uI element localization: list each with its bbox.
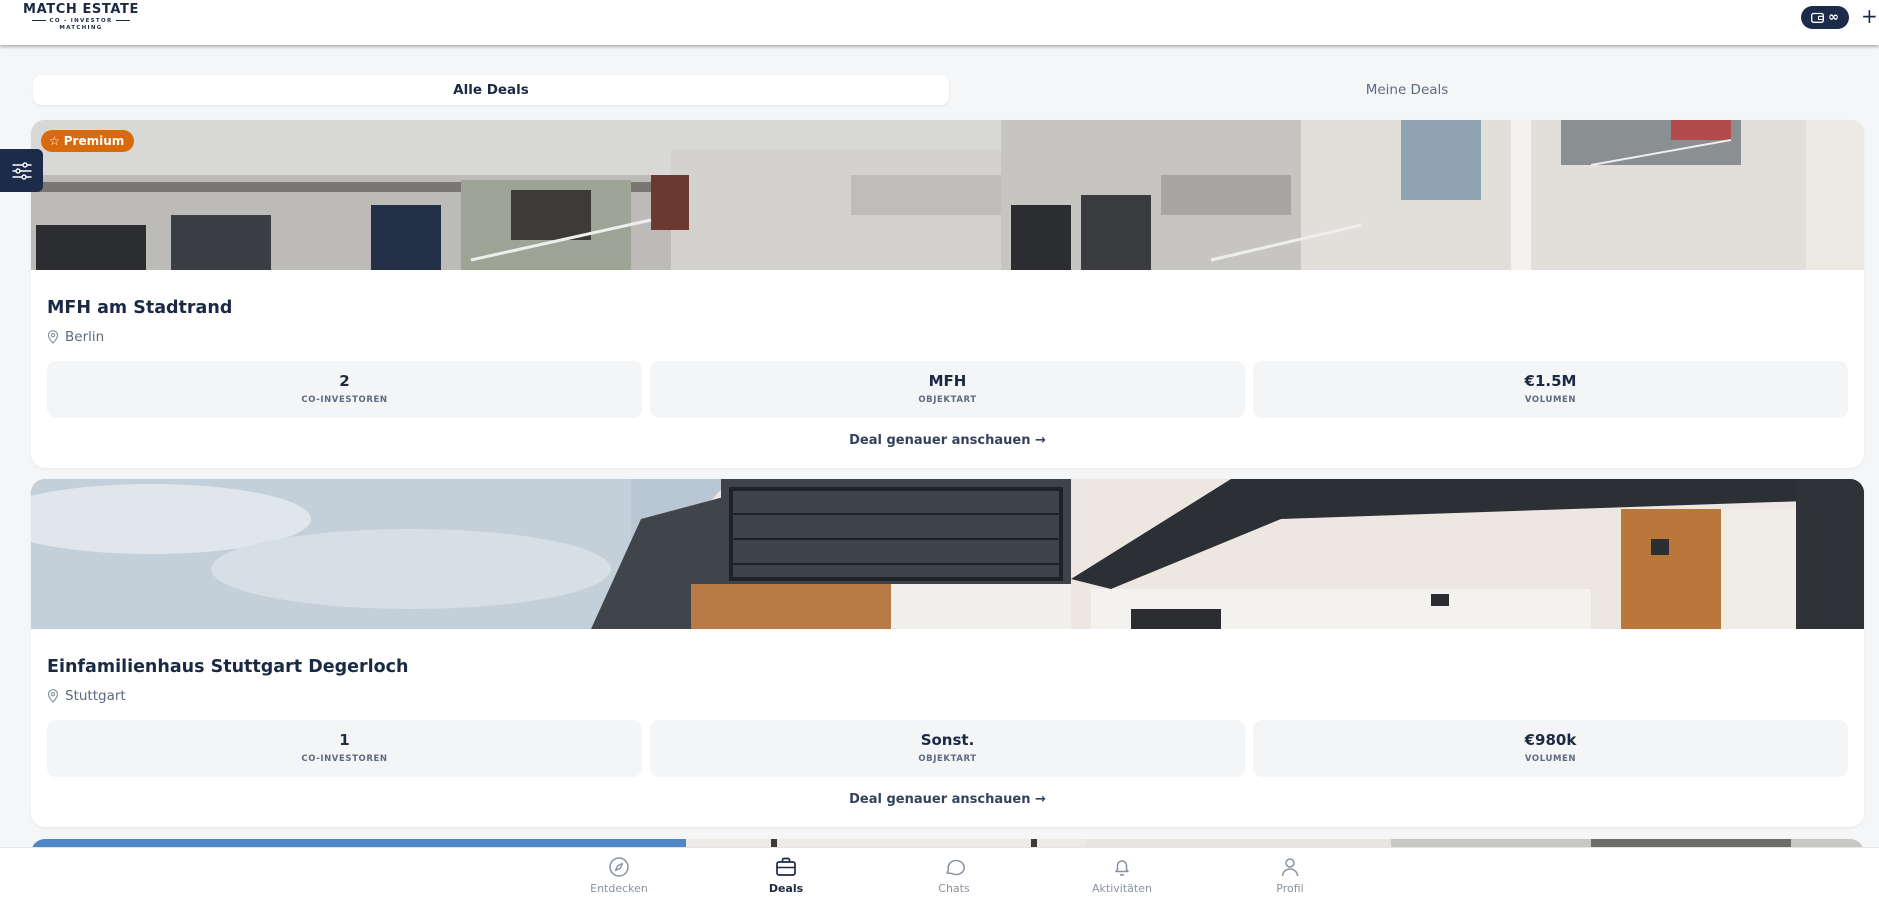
nav-chats[interactable]: Chats	[899, 856, 1009, 895]
stat-label: OBJEKTART	[918, 395, 977, 405]
stat-volume: €980k VOLUMEN	[1253, 720, 1848, 777]
deal-title: MFH am Stadtrand	[47, 298, 233, 318]
wallet-icon	[1811, 12, 1825, 23]
add-button[interactable]: +	[1861, 4, 1878, 28]
match-estate-logo[interactable]: MATCH ESTATE CO - INVESTOR MATCHING	[22, 2, 140, 32]
compass-icon	[609, 857, 629, 877]
top-bar: MATCH ESTATE CO - INVESTOR MATCHING ∞ +	[0, 0, 1879, 45]
stat-label: CO-INVESTOREN	[301, 395, 388, 405]
stat-label: VOLUMEN	[1524, 395, 1577, 405]
stat-object-type: Sonst. OBJEKTART	[650, 720, 1245, 777]
logo-subtitle-2: MATCHING	[59, 25, 103, 31]
deal-card[interactable]: ☆ Premium MFH am Stadtrand Berlin 2 CO-I…	[31, 120, 1864, 468]
stat-value: 1	[339, 731, 350, 749]
view-deal-link[interactable]: Deal genauer anschauen →	[31, 792, 1864, 807]
stat-value: €980k	[1524, 731, 1577, 749]
nav-aktivitaeten[interactable]: Aktivitäten	[1067, 856, 1177, 895]
nav-label: Entdecken	[590, 882, 648, 895]
sliders-icon	[11, 161, 32, 180]
wallet-value: ∞	[1828, 10, 1839, 25]
wallet-balance-button[interactable]: ∞	[1801, 6, 1849, 29]
logo-subtitle: CO - INVESTOR	[49, 18, 113, 24]
deal-location-text: Berlin	[65, 329, 105, 345]
premium-badge: ☆ Premium	[41, 130, 135, 152]
nav-label: Chats	[938, 882, 970, 895]
location-pin-icon	[47, 330, 59, 344]
deal-stats: 2 CO-INVESTOREN MFH OBJEKTART €1.5M VOLU…	[47, 361, 1848, 418]
chat-icon	[946, 859, 965, 876]
logo-subtitle-row: CO - INVESTOR	[22, 18, 140, 25]
deal-title: Einfamilienhaus Stuttgart Degerloch	[47, 657, 409, 677]
star-icon: ☆	[49, 134, 60, 148]
stat-co-investors: 1 CO-INVESTOREN	[47, 720, 642, 777]
bell-icon	[1115, 860, 1129, 876]
tab-my-deals[interactable]: Meine Deals	[949, 75, 1865, 105]
logo-divider-left	[32, 20, 47, 21]
nav-label: Deals	[768, 882, 804, 895]
stat-value: 2	[339, 372, 350, 390]
premium-label: Premium	[63, 134, 125, 148]
stat-label: CO-INVESTOREN	[301, 754, 388, 764]
nav-entdecken[interactable]: Entdecken	[564, 856, 674, 895]
deal-location: Stuttgart	[47, 688, 126, 704]
stat-co-investors: 2 CO-INVESTOREN	[47, 361, 642, 418]
nav-label: Profil	[1276, 882, 1304, 895]
view-deal-link[interactable]: Deal genauer anschauen →	[31, 433, 1864, 448]
stat-value: MFH	[928, 372, 967, 390]
stat-value: Sonst.	[920, 731, 975, 749]
deal-location: Berlin	[47, 329, 104, 345]
tab-all-deals[interactable]: Alle Deals	[33, 75, 949, 105]
filter-button[interactable]	[0, 149, 43, 192]
deal-image	[31, 479, 1864, 629]
bottom-navigation: Entdecken Deals Chats Aktivitäten Profil	[0, 847, 1879, 902]
stat-label: OBJEKTART	[918, 754, 977, 764]
nav-profil[interactable]: Profil	[1235, 856, 1345, 895]
stat-value: €1.5M	[1524, 372, 1577, 390]
nav-deals[interactable]: Deals	[731, 856, 841, 895]
location-pin-icon	[47, 689, 59, 703]
logo-title: MATCH ESTATE	[23, 2, 139, 17]
deal-image: ☆ Premium	[31, 120, 1864, 270]
deals-tabs: Alle Deals Meine Deals	[33, 75, 1848, 105]
deal-stats: 1 CO-INVESTOREN Sonst. OBJEKTART €980k V…	[47, 720, 1848, 777]
logo-divider-right	[115, 20, 130, 21]
briefcase-icon	[776, 857, 796, 876]
nav-label: Aktivitäten	[1092, 882, 1152, 895]
stat-object-type: MFH OBJEKTART	[650, 361, 1245, 418]
stat-volume: €1.5M VOLUMEN	[1253, 361, 1848, 418]
user-icon	[1281, 858, 1299, 877]
deal-card[interactable]: Einfamilienhaus Stuttgart Degerloch Stut…	[31, 479, 1864, 827]
stat-label: VOLUMEN	[1524, 754, 1577, 764]
deal-location-text: Stuttgart	[65, 688, 126, 704]
